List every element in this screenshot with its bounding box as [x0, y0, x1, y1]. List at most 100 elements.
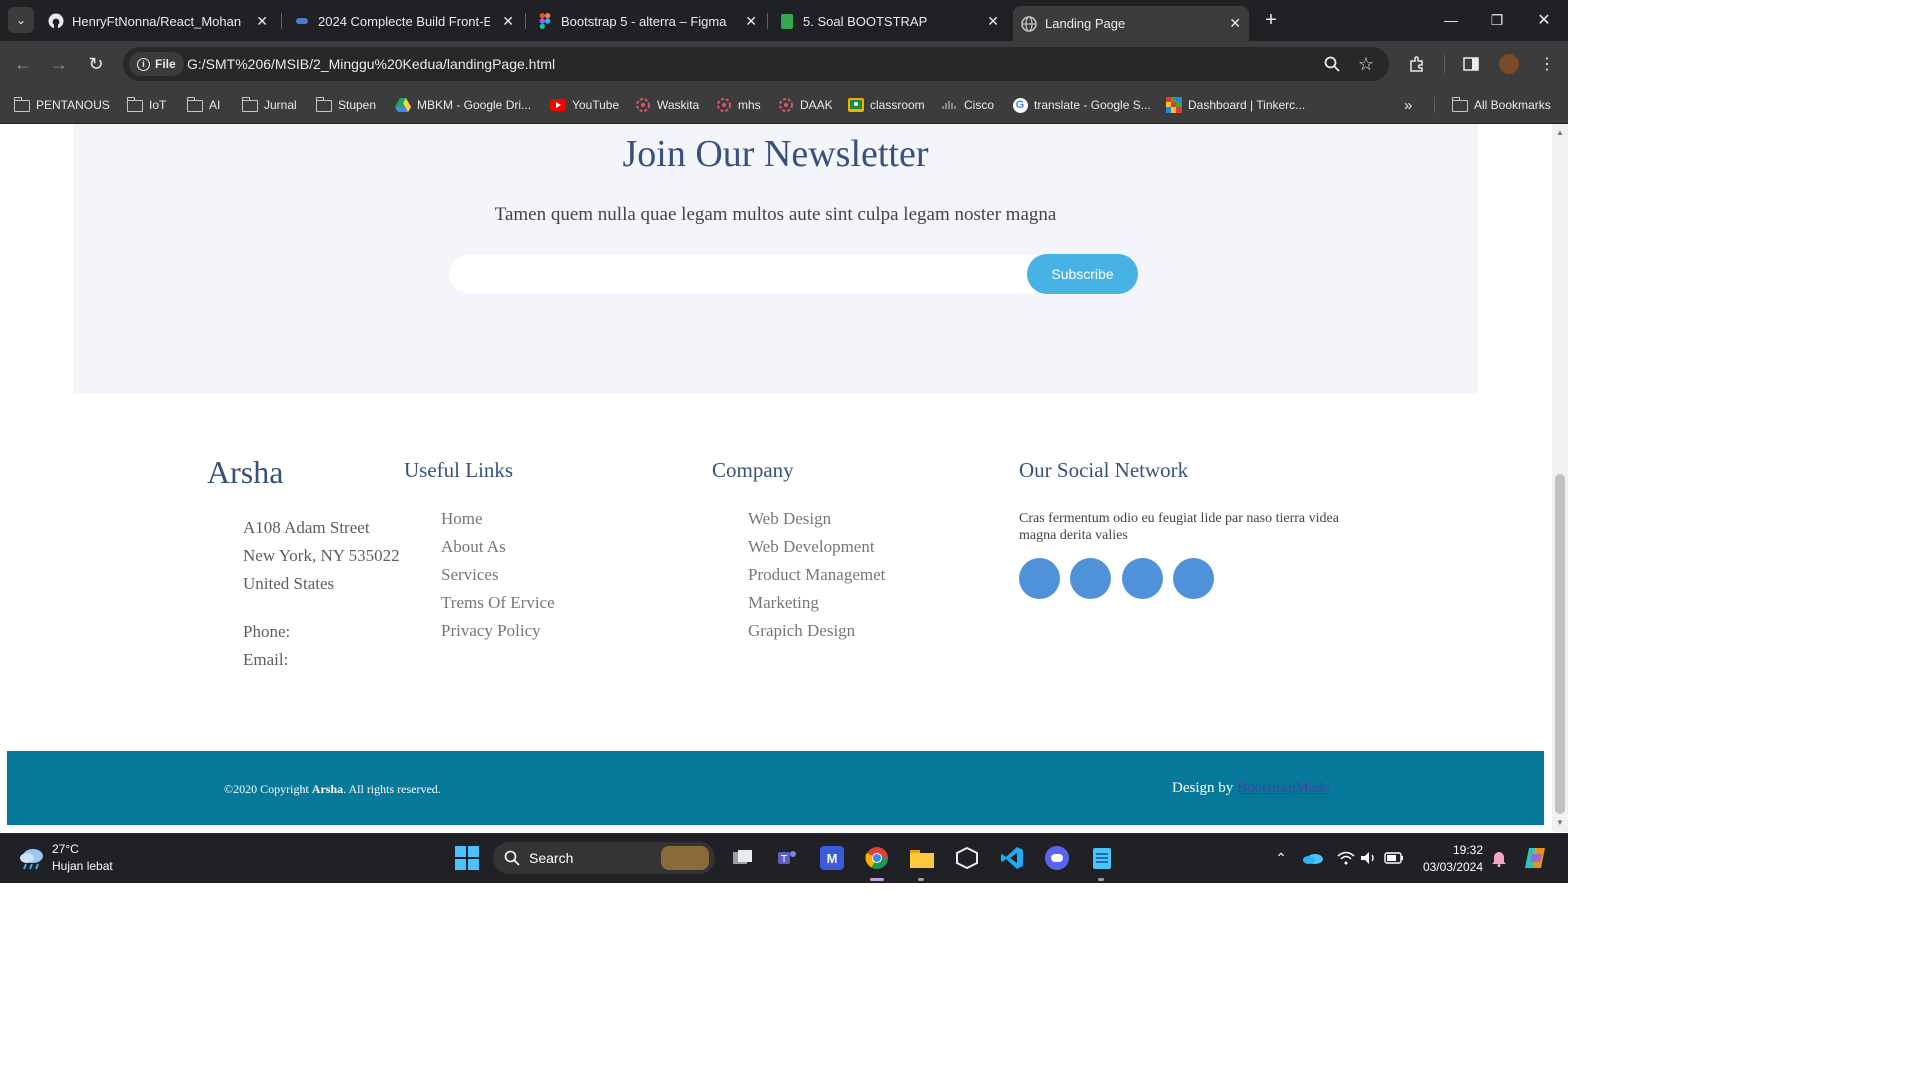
bookmark-youtube[interactable]: YouTube — [550, 95, 619, 115]
footer-brand: Arsha — [207, 454, 284, 490]
task-view-icon[interactable] — [730, 845, 756, 871]
info-icon: i — [137, 57, 150, 71]
bookmark-iot[interactable]: IoT — [126, 95, 166, 115]
bookmark-waskita[interactable]: Waskita — [635, 95, 699, 115]
all-bookmarks[interactable]: All Bookmarks — [1451, 95, 1551, 115]
close-tab-icon[interactable]: ✕ — [987, 13, 999, 30]
globe-icon — [1021, 15, 1037, 32]
chrome-icon[interactable] — [864, 845, 890, 871]
footer-link-terms[interactable]: Trems Of Ervice — [441, 593, 555, 613]
close-tab-icon[interactable]: ✕ — [256, 13, 268, 30]
restore-icon[interactable]: ❐ — [1484, 7, 1510, 33]
footer-link-marketing[interactable]: Marketing — [748, 593, 819, 613]
bookmark-pentanous[interactable]: PENTANOUS — [13, 95, 110, 115]
folder-icon — [13, 97, 30, 113]
bookmark-mhs[interactable]: mhs — [716, 95, 761, 115]
address-line: New York, NY 535022 — [243, 546, 400, 565]
bookmark-translate[interactable]: G translate - Google S... — [1012, 95, 1151, 115]
close-tab-icon[interactable]: ✕ — [1229, 15, 1241, 32]
footer-link-services[interactable]: Services — [441, 565, 499, 585]
bookmark-star-icon[interactable]: ☆ — [1353, 51, 1379, 77]
newsletter-email-input[interactable] — [461, 261, 1025, 289]
back-icon[interactable]: ← — [10, 51, 36, 77]
newsletter-title: Join Our Newsletter — [622, 133, 929, 175]
forward-icon[interactable]: → — [46, 51, 72, 77]
address-bar[interactable]: i File G:/SMT%206/MSIB/2_Minggu%20Kedua/… — [123, 47, 1389, 81]
footer-link-web-development[interactable]: Web Development — [748, 537, 875, 557]
subscribe-button[interactable]: Subscribe — [1027, 254, 1138, 294]
file-explorer-icon[interactable] — [909, 845, 935, 871]
unity-icon[interactable] — [954, 845, 980, 871]
bookmark-daak[interactable]: DAAK — [778, 95, 833, 115]
clock-time[interactable]: 19:32 — [1437, 843, 1483, 857]
extensions-icon[interactable] — [1404, 51, 1430, 77]
side-panel-icon[interactable] — [1458, 51, 1484, 77]
bookmark-classroom[interactable]: classroom — [848, 95, 925, 115]
tab-search-chevron-icon[interactable]: ⌄ — [8, 7, 34, 33]
taskbar-search[interactable]: Search — [493, 842, 715, 874]
scroll-up-icon[interactable]: ▲ — [1556, 128, 1564, 137]
minimize-icon[interactable]: — — [1438, 7, 1464, 33]
close-tab-icon[interactable]: ✕ — [745, 13, 757, 30]
classroom-icon — [848, 97, 864, 113]
footer-link-graphic-design[interactable]: Grapich Design — [748, 621, 855, 641]
volume-icon[interactable] — [1356, 845, 1382, 871]
bookmark-mbkm[interactable]: MBKM - Google Dri... — [395, 95, 531, 115]
footer-link-about[interactable]: About As — [441, 537, 506, 557]
site-icon — [778, 97, 794, 113]
battery-icon[interactable] — [1381, 845, 1407, 871]
bookmark-cisco[interactable]: Cisco — [942, 95, 994, 115]
site-info-chip[interactable]: i File — [129, 52, 184, 76]
bookmark-stupen[interactable]: Stupen — [315, 95, 376, 115]
onedrive-icon[interactable] — [1300, 845, 1326, 871]
address-line: A108 Adam Street — [243, 518, 370, 537]
page-scrollbar[interactable]: ▲ ▼ — [1552, 124, 1568, 832]
tinkercad-icon — [1166, 97, 1182, 113]
notepad-icon[interactable] — [1089, 845, 1115, 871]
clock-date[interactable]: 03/03/2024 — [1419, 860, 1483, 874]
vscode-icon[interactable] — [999, 845, 1025, 871]
copilot-icon[interactable] — [1522, 845, 1548, 871]
more-bookmarks-chevron-icon[interactable]: » — [1404, 95, 1412, 115]
google-drive-icon — [395, 97, 411, 113]
new-tab-icon[interactable]: + — [1258, 7, 1284, 33]
chevron-up-icon[interactable]: ⌃ — [1268, 845, 1294, 871]
tab-3[interactable]: Bootstrap 5 - alterra – Figma ✕ — [537, 6, 765, 36]
bookmark-tinkercad[interactable]: Dashboard | Tinkerc... — [1166, 95, 1305, 115]
footer-link-product-management[interactable]: Product Managemet — [748, 565, 885, 585]
tab-active[interactable]: Landing Page ✕ — [1013, 6, 1249, 41]
scrollbar-thumb[interactable] — [1555, 474, 1565, 814]
menu-kebab-icon[interactable]: ⋮ — [1534, 51, 1560, 77]
weather-cloud-icon[interactable] — [18, 846, 46, 875]
newsletter-section: Join Our Newsletter Tamen quem nulla qua… — [73, 124, 1478, 394]
bookmark-ai[interactable]: AI — [186, 95, 220, 115]
footer-link-privacy[interactable]: Privacy Policy — [441, 621, 541, 641]
tab-2[interactable]: 2024 Complecte Build Front-En ✕ — [294, 6, 522, 36]
notification-bell-icon[interactable] — [1486, 845, 1512, 871]
footer-link-home[interactable]: Home — [441, 509, 483, 529]
discord-icon[interactable] — [1044, 845, 1070, 871]
bootstrapmade-link[interactable]: BootstrapMade — [1237, 780, 1329, 796]
social-link-3[interactable] — [1122, 558, 1163, 599]
close-window-icon[interactable]: ✕ — [1531, 7, 1557, 33]
social-link-1[interactable] — [1019, 558, 1060, 599]
search-highlight-image — [661, 846, 709, 870]
close-tab-icon[interactable]: ✕ — [502, 13, 514, 30]
social-link-4[interactable] — [1173, 558, 1214, 599]
social-link-2[interactable] — [1070, 558, 1111, 599]
app-icon-m[interactable]: M — [819, 845, 845, 871]
company-title: Company — [712, 458, 794, 482]
scroll-down-icon[interactable]: ▼ — [1556, 818, 1564, 827]
teams-icon[interactable]: T — [774, 845, 800, 871]
tab-1[interactable]: HenryFtNonna/React_Mohan-H ✕ — [48, 6, 276, 36]
bookmark-jurnal[interactable]: Jurnal — [241, 95, 297, 115]
zoom-icon[interactable] — [1319, 51, 1345, 77]
footer-link-web-design[interactable]: Web Design — [748, 509, 831, 529]
windows-start-icon[interactable] — [454, 845, 480, 871]
reload-icon[interactable]: ↻ — [83, 51, 109, 77]
profile-avatar[interactable] — [1496, 51, 1522, 77]
url-text[interactable]: G:/SMT%206/MSIB/2_Minggu%20Kedua/landing… — [187, 56, 555, 72]
tab-4[interactable]: 5. Soal BOOTSTRAP ✕ — [779, 6, 1007, 36]
folder-icon — [126, 97, 143, 113]
google-icon: G — [1012, 97, 1028, 113]
